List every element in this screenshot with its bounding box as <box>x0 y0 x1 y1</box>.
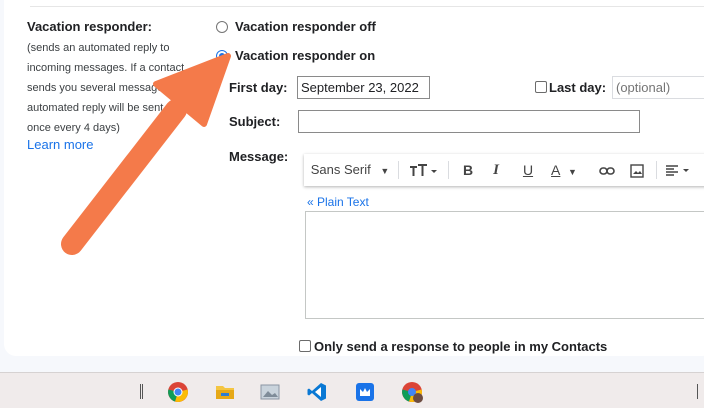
annotation-arrow-icon <box>61 53 231 255</box>
taskbar <box>0 372 704 408</box>
file-explorer-icon[interactable] <box>214 381 236 403</box>
chrome-profile-icon[interactable] <box>401 381 423 403</box>
store-icon[interactable] <box>354 381 376 403</box>
taskbar-grip <box>697 384 700 399</box>
image-viewer-icon[interactable] <box>259 381 281 403</box>
vscode-icon[interactable] <box>306 381 328 403</box>
taskbar-grip <box>140 384 143 399</box>
chrome-icon[interactable] <box>167 381 189 403</box>
